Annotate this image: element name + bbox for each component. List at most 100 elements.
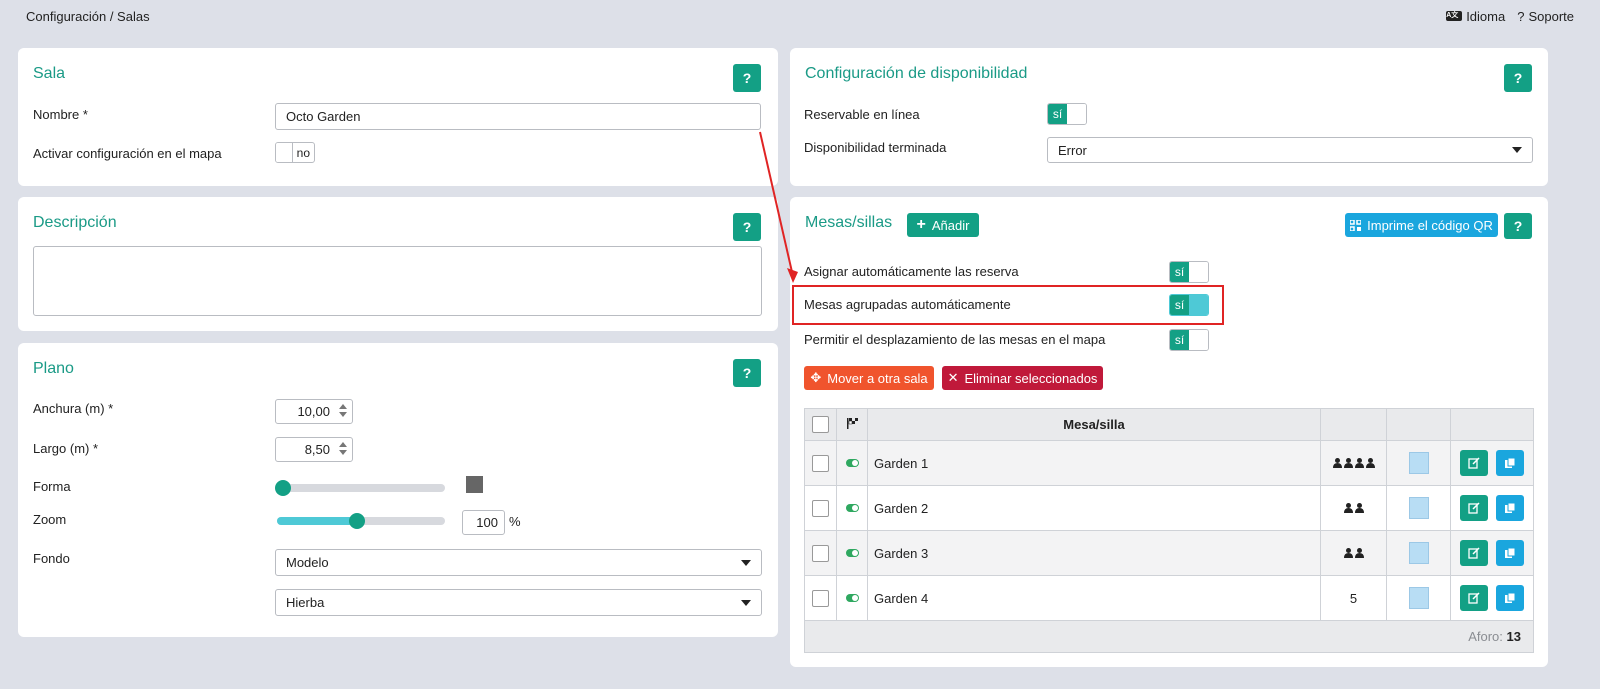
table-row[interactable]: Garden 1 xyxy=(804,440,1534,486)
agrupadas-toggle[interactable]: sí xyxy=(1169,294,1209,316)
desplazamiento-toggle[interactable]: sí xyxy=(1169,329,1209,351)
fondo-tipo-value: Modelo xyxy=(286,555,329,570)
descripcion-textarea[interactable] xyxy=(33,246,762,316)
decrement-icon[interactable] xyxy=(339,450,347,455)
zoom-input[interactable]: 100 xyxy=(462,510,505,535)
edit-icon xyxy=(1468,547,1480,559)
mesa-name: Garden 4 xyxy=(874,590,929,606)
forma-slider-thumb[interactable] xyxy=(275,480,291,496)
breadcrumb: Configuración / Salas xyxy=(26,8,150,24)
row-active-toggle[interactable] xyxy=(845,594,859,602)
duplicate-button[interactable] xyxy=(1496,540,1524,566)
terminada-select[interactable]: Error xyxy=(1047,137,1533,163)
person-icon xyxy=(1354,457,1364,468)
chevron-down-icon xyxy=(1512,147,1522,153)
duplicate-button[interactable] xyxy=(1496,495,1524,521)
increment-icon[interactable] xyxy=(339,442,347,447)
nombre-label: Nombre * xyxy=(33,107,88,122)
asignar-toggle[interactable]: sí xyxy=(1169,261,1209,283)
terminada-label: Disponibilidad terminada xyxy=(804,140,947,155)
edit-button[interactable] xyxy=(1460,540,1488,566)
language-link[interactable]: A文 Idioma xyxy=(1446,9,1505,24)
disponibilidad-help-button[interactable]: ? xyxy=(1504,64,1532,92)
plano-help-button[interactable]: ? xyxy=(733,359,761,387)
mapa-toggle-text: no xyxy=(291,143,314,162)
edit-button[interactable] xyxy=(1460,450,1488,476)
row-active-toggle[interactable] xyxy=(845,549,859,557)
row-checkbox[interactable] xyxy=(812,499,829,517)
table-row[interactable]: Garden 2 xyxy=(804,485,1534,531)
reservable-label: Reservable en línea xyxy=(804,107,920,122)
table-row[interactable]: Garden 3 xyxy=(804,530,1534,576)
mapa-toggle[interactable]: no xyxy=(275,142,315,163)
row-checkbox[interactable] xyxy=(812,544,829,562)
forma-slider[interactable] xyxy=(275,480,445,496)
row-checkbox[interactable] xyxy=(812,454,829,472)
qr-button-label: Imprime el código QR xyxy=(1367,217,1493,233)
support-label: Soporte xyxy=(1528,8,1574,24)
descripcion-help-button[interactable]: ? xyxy=(733,213,761,241)
copy-icon xyxy=(1505,502,1516,513)
person-icon xyxy=(1343,547,1353,558)
edit-icon xyxy=(1468,457,1480,469)
sala-card: Sala ? Nombre * Octo Garden Activar conf… xyxy=(18,48,778,186)
select-all-checkbox[interactable] xyxy=(812,416,829,433)
decrement-icon[interactable] xyxy=(339,412,347,417)
zoom-slider[interactable] xyxy=(277,513,445,529)
chevron-down-icon xyxy=(741,599,751,606)
row-active-toggle[interactable] xyxy=(845,459,859,467)
mesas-help-button[interactable]: ? xyxy=(1504,213,1532,239)
mapa-label: Activar configuración en el mapa xyxy=(33,146,222,161)
disponibilidad-card: Configuración de disponibilidad ? Reserv… xyxy=(790,48,1548,186)
row-checkbox[interactable] xyxy=(812,589,829,607)
table-shape-icon xyxy=(1408,542,1429,564)
aforo-label: Aforo: xyxy=(1468,629,1503,644)
fondo-valor-select[interactable]: Hierba xyxy=(275,589,762,616)
zoom-value: 100 xyxy=(476,515,498,530)
qr-button[interactable]: Imprime el código QR xyxy=(1345,213,1498,237)
duplicate-button[interactable] xyxy=(1496,585,1524,611)
forma-preview-square xyxy=(466,476,483,493)
duplicate-button[interactable] xyxy=(1496,450,1524,476)
largo-stepper[interactable]: 8,50 xyxy=(275,437,353,462)
fondo-tipo-select[interactable]: Modelo xyxy=(275,549,762,576)
sala-help-button[interactable]: ? xyxy=(733,64,761,92)
anchura-stepper[interactable]: 10,00 xyxy=(275,399,353,424)
zoom-slider-thumb[interactable] xyxy=(349,513,365,529)
table-row[interactable]: Garden 4 5 xyxy=(804,575,1534,621)
nombre-input[interactable]: Octo Garden xyxy=(275,103,761,130)
agrupadas-label: Mesas agrupadas automáticamente xyxy=(804,297,1011,312)
row-active-toggle[interactable] xyxy=(845,504,859,512)
mesas-table: Mesa/silla Garden 1 Garden 2 Garden 3 Garde… xyxy=(804,408,1534,653)
chevron-down-icon xyxy=(741,559,751,566)
desplazamiento-toggle-text: sí xyxy=(1170,330,1189,350)
sala-title: Sala xyxy=(33,65,66,82)
copy-icon xyxy=(1505,592,1516,603)
question-icon: ? xyxy=(1517,8,1525,24)
language-icon: A文 xyxy=(1446,11,1463,21)
support-link[interactable]: ? Soporte xyxy=(1517,9,1574,24)
copy-icon xyxy=(1505,457,1516,468)
mover-button[interactable]: ✥ Mover a otra sala xyxy=(804,366,934,390)
person-icon xyxy=(1343,502,1353,513)
mesa-column-header[interactable]: Mesa/silla xyxy=(867,408,1321,441)
person-icon xyxy=(1332,457,1342,468)
person-icon xyxy=(1365,457,1375,468)
descripcion-card: Descripción ? xyxy=(18,197,778,331)
add-button[interactable]: + Añadir xyxy=(907,213,979,237)
person-icon xyxy=(1354,502,1364,513)
plano-title: Plano xyxy=(33,360,74,377)
reservable-toggle[interactable]: sí xyxy=(1047,103,1087,125)
move-icon: ✥ xyxy=(810,370,822,385)
desplazamiento-label: Permitir el desplazamiento de las mesas … xyxy=(804,332,1106,347)
forma-label: Forma xyxy=(33,479,71,494)
capacity-cell xyxy=(1320,485,1387,531)
table-shape-icon xyxy=(1408,497,1429,519)
mesa-name: Garden 1 xyxy=(874,455,929,471)
eliminar-button[interactable]: ✕ Eliminar seleccionados xyxy=(942,366,1103,390)
increment-icon[interactable] xyxy=(339,404,347,409)
edit-button[interactable] xyxy=(1460,585,1488,611)
mesas-card: Mesas/sillas + Añadir Imprime el código … xyxy=(790,197,1548,667)
top-bar: Configuración / Salas A文 Idioma ? Soport… xyxy=(0,0,1600,32)
edit-button[interactable] xyxy=(1460,495,1488,521)
